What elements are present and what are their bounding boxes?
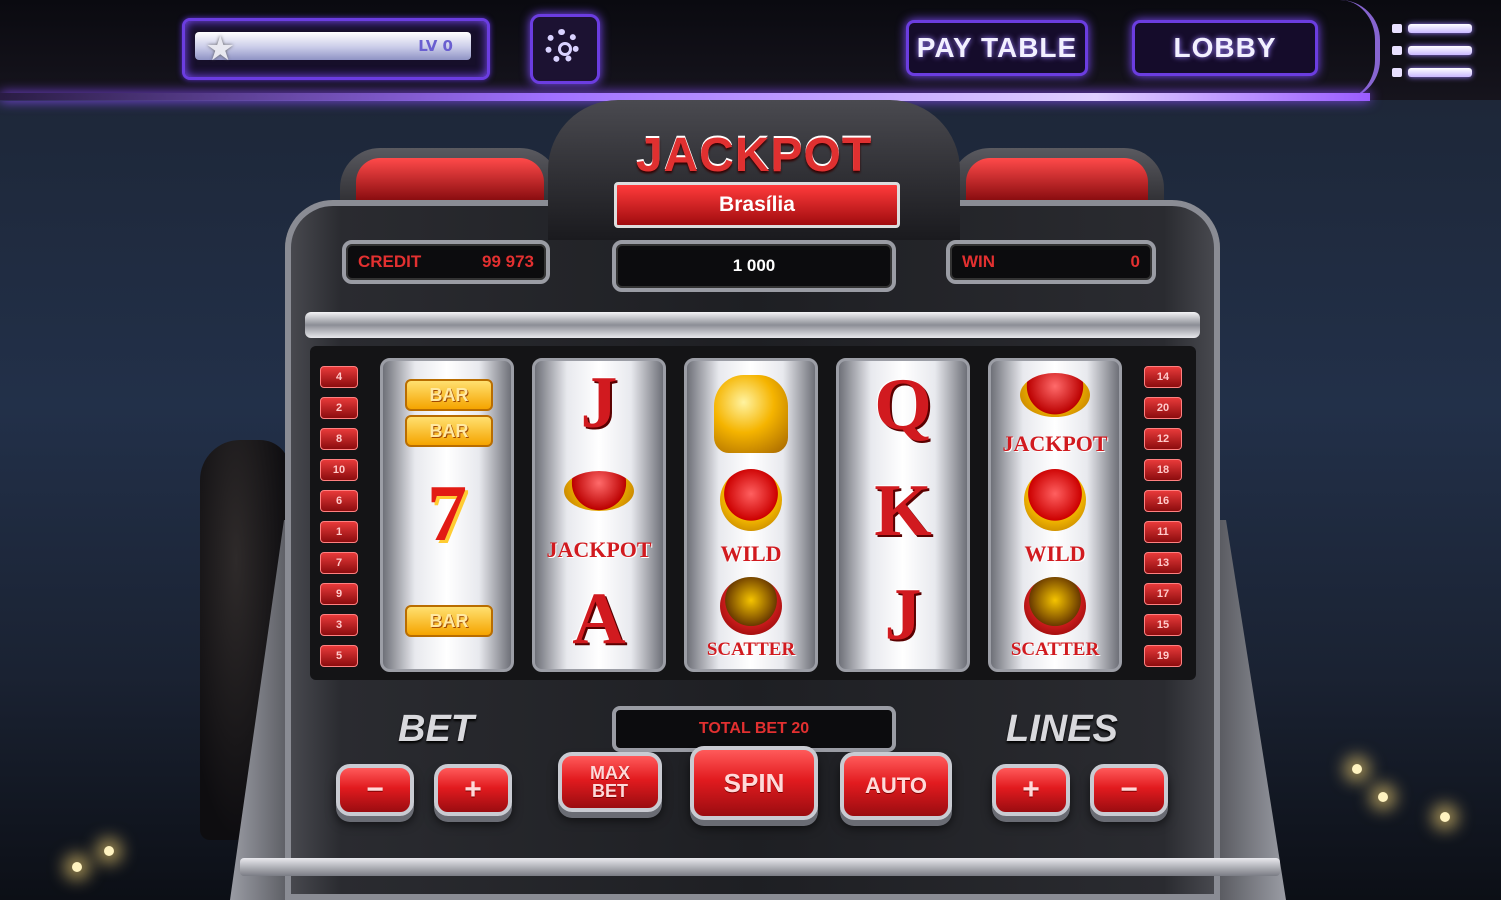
symbol-scatter: SCATTER <box>1010 639 1100 660</box>
auto-spin-button[interactable]: AUTO <box>840 752 952 820</box>
menu-divider <box>1335 0 1380 100</box>
reel-2: J JACKPOT A <box>532 358 666 672</box>
payline-number: 10 <box>320 459 358 481</box>
chrome-rail <box>305 312 1200 338</box>
reel-4: Q K J <box>836 358 970 672</box>
credit-label: CREDIT <box>358 252 422 271</box>
payline-number: 7 <box>320 552 358 574</box>
symbol-jackpot: JACKPOT <box>546 537 652 562</box>
symbol-scatter: SCATTER <box>706 639 796 660</box>
top-bar: ★ LV 0 PAY TABLE LOBBY <box>0 0 1501 100</box>
payline-number: 8 <box>320 428 358 450</box>
pot-of-gold-icon <box>1024 577 1086 635</box>
symbol-bar: BAR <box>405 379 493 411</box>
payline-number: 14 <box>1144 366 1182 388</box>
win-display: WIN 0 <box>946 240 1156 284</box>
gear-icon <box>545 29 579 63</box>
city-light <box>72 862 82 872</box>
payline-number: 1 <box>320 521 358 543</box>
credit-value: 99 973 <box>482 252 534 271</box>
star-icon: ★ <box>205 29 236 69</box>
bet-increase-button[interactable]: + <box>434 764 512 816</box>
bet-decrease-button[interactable]: − <box>336 764 414 816</box>
cabinet-crown: JACKPOT Brasília <box>548 100 960 240</box>
jackpot-display: 1 000 <box>612 240 896 292</box>
city-light <box>1352 764 1362 774</box>
payline-number: 11 <box>1144 521 1182 543</box>
city-light <box>104 846 114 856</box>
symbol-bar: BAR <box>405 415 493 447</box>
reel-1: BAR BAR 7 BAR <box>380 358 514 672</box>
machine-name-plate: Brasília <box>614 182 900 228</box>
symbol-a: A <box>572 578 626 660</box>
symbol-j: J <box>580 362 618 444</box>
jackpot-bowl-icon <box>564 471 634 511</box>
bet-title: BET <box>398 708 474 750</box>
menu-button[interactable] <box>1392 22 1474 82</box>
payline-number: 15 <box>1144 614 1182 636</box>
city-light <box>1440 812 1450 822</box>
win-label: WIN <box>962 252 996 271</box>
pot-of-gold-icon <box>720 577 782 635</box>
bell-icon <box>714 375 788 453</box>
symbol-wild: WILD <box>720 541 782 566</box>
symbol-k: K <box>874 470 932 552</box>
payline-number: 5 <box>320 645 358 667</box>
level-progress: ★ LV 0 <box>182 18 490 80</box>
lobby-button[interactable]: LOBBY <box>1132 20 1318 76</box>
win-value: 0 <box>1130 252 1140 271</box>
reel-3: WILD SCATTER <box>684 358 818 672</box>
symbol-jackpot: JACKPOT <box>1002 431 1108 456</box>
jackpot-bowl-icon <box>1020 373 1090 417</box>
jackpot-value: 1 000 <box>732 256 776 275</box>
payline-number: 19 <box>1144 645 1182 667</box>
payline-number: 13 <box>1144 552 1182 574</box>
payline-number: 16 <box>1144 490 1182 512</box>
symbol-seven: 7 <box>427 470 467 558</box>
payline-number: 20 <box>1144 397 1182 419</box>
level-progress-bar: ★ LV 0 <box>195 29 471 69</box>
symbol-q: Q <box>874 364 932 446</box>
payline-number: 18 <box>1144 459 1182 481</box>
pay-table-button[interactable]: PAY TABLE <box>906 20 1088 76</box>
symbol-wild: WILD <box>1024 541 1086 566</box>
crown-heart-icon <box>720 469 782 531</box>
payline-number: 2 <box>320 397 358 419</box>
symbol-j: J <box>884 574 922 656</box>
payline-number: 6 <box>320 490 358 512</box>
payline-number: 12 <box>1144 428 1182 450</box>
payline-number: 4 <box>320 366 358 388</box>
credit-display: CREDIT 99 973 <box>342 240 550 284</box>
lines-increase-button[interactable]: + <box>992 764 1070 816</box>
city-light <box>1378 792 1388 802</box>
lines-decrease-button[interactable]: − <box>1090 764 1168 816</box>
cabinet-base-rail <box>240 858 1280 876</box>
reel-5: JACKPOT WILD SCATTER <box>988 358 1122 672</box>
level-label: LV 0 <box>418 37 453 55</box>
settings-button[interactable] <box>530 14 600 84</box>
crown-heart-icon <box>1024 469 1086 531</box>
max-bet-button[interactable]: MAX BET <box>558 752 662 812</box>
lines-title: LINES <box>1006 708 1118 750</box>
spin-button[interactable]: SPIN <box>690 746 818 820</box>
payline-number: 17 <box>1144 583 1182 605</box>
payline-number: 9 <box>320 583 358 605</box>
payline-number: 3 <box>320 614 358 636</box>
symbol-bar: BAR <box>405 605 493 637</box>
game-title: JACKPOT <box>635 129 873 182</box>
